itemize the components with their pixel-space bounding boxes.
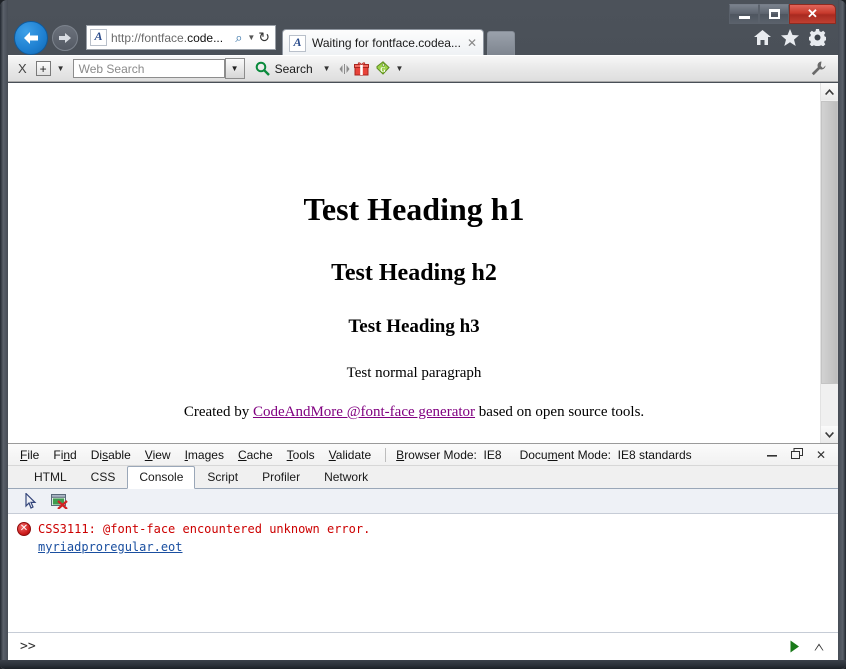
home-icon[interactable] [754, 30, 771, 45]
browser-window: ✕ A http://fontface.code... ⌕ ▼ ↻ A Wait… [0, 0, 846, 669]
web-search-input[interactable]: Web Search [72, 59, 225, 78]
select-element-icon[interactable] [20, 492, 42, 511]
scroll-down-arrow-icon[interactable] [821, 426, 838, 443]
search-icon[interactable] [255, 61, 270, 76]
page-credit-line: Created by CodeAndMore @font-face genera… [8, 404, 820, 421]
title-bar: ✕ A http://fontface.code... ⌕ ▼ ↻ A Wait… [0, 0, 846, 56]
console-input-bar: >> [8, 632, 838, 660]
toolbar-add-button[interactable]: + [35, 61, 51, 76]
console-entry: ✕ CSS3111: @font-face encountered unknow… [8, 520, 838, 538]
window-frame-left [0, 0, 8, 669]
navigation-row: A http://fontface.code... ⌕ ▼ ↻ A Waitin… [8, 20, 838, 56]
tab-profiler[interactable]: Profiler [250, 466, 312, 488]
search-button-label[interactable]: Search [275, 62, 313, 76]
tab-title: Waiting for fontface.codea... [312, 36, 461, 50]
devtools-minimize-icon[interactable] [766, 448, 778, 462]
devtools-window-controls: ✕ [766, 447, 838, 462]
menu-separator [385, 447, 387, 462]
devtools-restore-icon[interactable] [790, 447, 803, 462]
address-url: http://fontface.code... [111, 30, 224, 45]
titlebar-icons [754, 29, 838, 46]
search-dropdown-caret-icon[interactable]: ▼ [323, 64, 331, 73]
page-heading-1: Test Heading h1 [303, 191, 525, 227]
menu-find[interactable]: Find [53, 448, 76, 462]
restore-icon [768, 9, 780, 19]
tab-favicon-icon: A [289, 34, 306, 52]
back-arrow-icon [24, 31, 38, 44]
document-mode[interactable]: Document Mode: IE8 standards [520, 448, 692, 462]
page-paragraph: Test normal paragraph [346, 365, 482, 381]
console-command-input[interactable] [41, 638, 790, 655]
tab-network[interactable]: Network [312, 466, 380, 488]
devtools-tabs: HTML CSS Console Script Profiler Network [8, 466, 838, 489]
scroll-thumb[interactable] [821, 101, 838, 384]
document-mode-value: IE8 standards [617, 447, 692, 462]
codeandmore-link[interactable]: CodeAndMore @font-face generator [253, 404, 475, 420]
wrench-icon[interactable] [811, 61, 826, 76]
expand-chevron-icon[interactable] [814, 643, 824, 651]
forward-button[interactable] [52, 24, 78, 51]
browser-tab[interactable]: A Waiting for fontface.codea... ✕ [282, 29, 485, 56]
tab-html[interactable]: HTML [22, 466, 79, 488]
tab-script[interactable]: Script [195, 466, 250, 488]
refresh-icon[interactable]: ↻ [258, 29, 272, 46]
menu-disable[interactable]: Disable [91, 448, 131, 462]
browser-mode-value: IE8 [483, 447, 502, 462]
tab-close-icon[interactable]: ✕ [467, 36, 477, 50]
address-search-icon[interactable]: ⌕ [230, 30, 247, 46]
menu-images[interactable]: Images [185, 448, 224, 462]
menu-tools[interactable]: Tools [287, 448, 315, 462]
tools-gear-icon[interactable] [809, 29, 826, 46]
back-button[interactable] [14, 20, 48, 55]
tag-icon[interactable]: G [375, 61, 390, 76]
clear-console-icon[interactable] [48, 492, 70, 511]
tab-css[interactable]: CSS [79, 466, 128, 488]
toolbar-add-caret-icon[interactable]: ▼ [57, 64, 65, 73]
page-heading-2: Test Heading h2 [331, 260, 497, 286]
svg-text:G: G [380, 66, 386, 74]
gift-icon[interactable] [353, 61, 369, 76]
menu-cache[interactable]: Cache [238, 448, 273, 462]
console-message: CSS3111: @font-face encountered unknown … [38, 522, 371, 536]
run-arrow-icon[interactable] [790, 640, 800, 653]
browser-mode[interactable]: Browser Mode: IE8 [396, 448, 501, 462]
web-search-dropdown-icon[interactable]: ▼ [224, 58, 245, 79]
devtools-toolbar [8, 489, 838, 514]
console-prompt: >> [20, 639, 36, 654]
devtools-menu-bar: File Find Disable View Images Cache Tool… [8, 444, 838, 466]
page-heading-3: Test Heading h3 [348, 316, 480, 337]
menu-validate[interactable]: Validate [329, 448, 372, 462]
page-viewport: Test Heading h1 Test Heading h2 Test Hea… [8, 83, 838, 443]
favorites-star-icon[interactable] [781, 29, 799, 46]
address-dropdown-caret-icon[interactable]: ▼ [247, 33, 258, 42]
address-favicon-icon: A [90, 29, 107, 46]
tab-console[interactable]: Console [127, 466, 196, 489]
forward-arrow-icon [59, 32, 71, 43]
search-toolbar: X + ▼ Web Search ▼ Search ▼ G ▼ [8, 55, 838, 82]
console-output[interactable]: ✕ CSS3111: @font-face encountered unknow… [8, 514, 838, 632]
scroll-up-arrow-icon[interactable] [821, 83, 838, 100]
console-source-link[interactable]: myriadproregular.eot [38, 540, 183, 554]
address-bar[interactable]: A http://fontface.code... ⌕ ▼ ↻ [86, 25, 276, 50]
minimize-icon [738, 15, 750, 19]
window-frame-bottom [0, 660, 846, 669]
menu-file[interactable]: File [20, 448, 39, 462]
window-frame-right [838, 0, 846, 669]
toolbar-separator-handle[interactable] [339, 63, 350, 75]
toolbar-close-icon[interactable]: X [18, 61, 27, 76]
new-tab-button[interactable] [487, 31, 516, 56]
devtools-close-icon[interactable]: ✕ [816, 448, 826, 462]
page-content: Test Heading h1 Test Heading h2 Test Hea… [8, 83, 820, 443]
menu-view[interactable]: View [145, 448, 171, 462]
credit-prefix: Created by [183, 404, 253, 420]
tag-dropdown-caret-icon[interactable]: ▼ [396, 64, 404, 73]
page-vertical-scrollbar[interactable] [820, 83, 838, 443]
credit-suffix: based on open source tools. [475, 404, 645, 420]
developer-tools-panel: File Find Disable View Images Cache Tool… [8, 443, 838, 660]
error-icon: ✕ [17, 522, 31, 536]
